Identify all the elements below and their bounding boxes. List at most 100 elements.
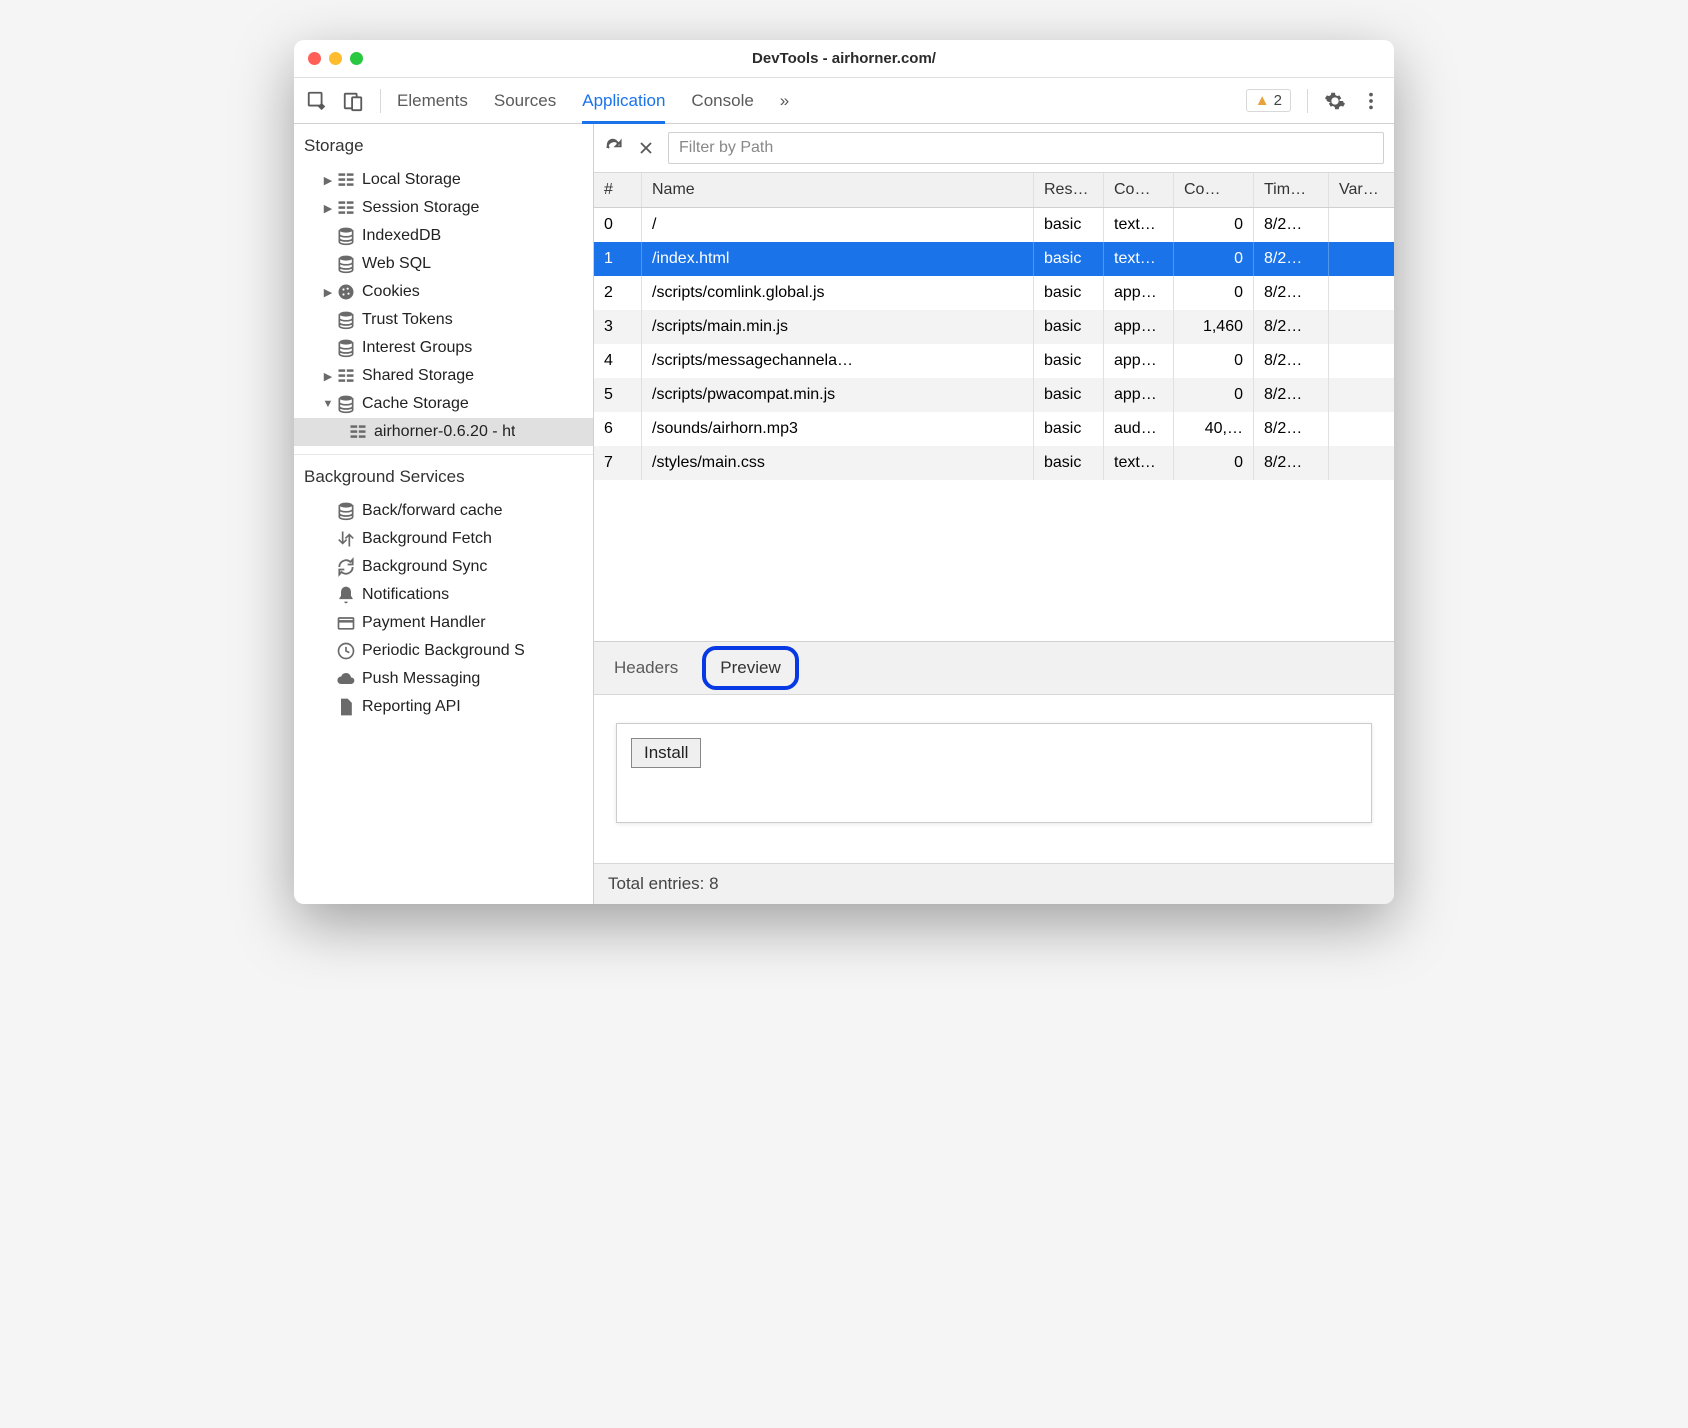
cell-v — [1329, 378, 1394, 412]
tree-item-label: Back/forward cache — [362, 502, 503, 520]
sidebar-item-cookies[interactable]: ▶Cookies — [294, 278, 593, 306]
sidebar-item-shared-storage[interactable]: ▶Shared Storage — [294, 362, 593, 390]
zoom-window-button[interactable] — [350, 52, 363, 65]
sidebar-item-notifications[interactable]: Notifications — [294, 581, 593, 609]
cell-res: basic — [1034, 446, 1104, 480]
detail-tab-headers[interactable]: Headers — [608, 646, 684, 690]
sidebar-item-reporting-api[interactable]: Reporting API — [294, 693, 593, 721]
column-header[interactable]: Co… — [1104, 173, 1174, 207]
disclosure-triangle-icon: ▶ — [322, 174, 334, 187]
toolbar-separator — [1307, 89, 1308, 113]
sidebar-item-periodic-background-s[interactable]: Periodic Background S — [294, 637, 593, 665]
entry-detail-pane: Headers Preview Install Total entries: 8 — [594, 641, 1394, 904]
sidebar-item-cache-storage[interactable]: ▼Cache Storage — [294, 390, 593, 418]
cell-cl: 0 — [1174, 208, 1254, 242]
table-icon — [336, 198, 356, 218]
preview-area: Install — [594, 695, 1394, 863]
database-icon — [336, 338, 356, 358]
cell-i: 7 — [594, 446, 642, 480]
sidebar-item-local-storage[interactable]: ▶Local Storage — [294, 166, 593, 194]
cell-res: basic — [1034, 378, 1104, 412]
main-toolbar: Elements Sources Application Console » ▲… — [294, 78, 1394, 124]
cell-t: 8/2… — [1254, 446, 1329, 480]
column-header[interactable]: Co… — [1174, 173, 1254, 207]
minimize-window-button[interactable] — [329, 52, 342, 65]
cell-i: 5 — [594, 378, 642, 412]
install-button[interactable]: Install — [631, 738, 701, 768]
cell-ct: text… — [1104, 242, 1174, 276]
settings-icon[interactable] — [1324, 90, 1346, 112]
cell-i: 2 — [594, 276, 642, 310]
tab-application[interactable]: Application — [582, 79, 665, 123]
sidebar-item-background-fetch[interactable]: Background Fetch — [294, 525, 593, 553]
cell-v — [1329, 208, 1394, 242]
column-header[interactable]: Tim… — [1254, 173, 1329, 207]
table-row[interactable]: 5/scripts/pwacompat.min.jsbasicapp…08/2… — [594, 378, 1394, 412]
cell-i: 0 — [594, 208, 642, 242]
toolbar-separator — [380, 89, 381, 113]
tab-elements[interactable]: Elements — [397, 79, 468, 123]
cell-ct: app… — [1104, 310, 1174, 344]
tree-item-label: Shared Storage — [362, 367, 474, 385]
window-title: DevTools - airhorner.com/ — [752, 50, 936, 67]
tab-console[interactable]: Console — [691, 79, 753, 123]
column-header[interactable]: Name — [642, 173, 1034, 207]
cell-v — [1329, 412, 1394, 446]
cell-t: 8/2… — [1254, 276, 1329, 310]
sidebar-item-payment-handler[interactable]: Payment Handler — [294, 609, 593, 637]
table-row[interactable]: 6/sounds/airhorn.mp3basicaud…40,…8/2… — [594, 412, 1394, 446]
cell-ct: app… — [1104, 276, 1174, 310]
table-row[interactable]: 3/scripts/main.min.jsbasicapp…1,4608/2… — [594, 310, 1394, 344]
tree-item-label: IndexedDB — [362, 227, 441, 245]
table-row[interactable]: 4/scripts/messagechannela…basicapp…08/2… — [594, 344, 1394, 378]
cell-t: 8/2… — [1254, 412, 1329, 446]
disclosure-triangle-icon: ▶ — [322, 286, 334, 299]
table-row[interactable]: 7/styles/main.cssbasictext…08/2… — [594, 446, 1394, 480]
cell-v — [1329, 242, 1394, 276]
cell-v — [1329, 344, 1394, 378]
tree-item-label: Trust Tokens — [362, 311, 453, 329]
tree-item-label: Web SQL — [362, 255, 431, 273]
database-icon — [336, 254, 356, 274]
column-header[interactable]: Res… — [1034, 173, 1104, 207]
titlebar: DevTools - airhorner.com/ — [294, 40, 1394, 78]
background-services-header: Background Services — [294, 461, 593, 497]
application-sidebar: Storage ▶Local Storage▶Session StorageIn… — [294, 124, 594, 904]
close-window-button[interactable] — [308, 52, 321, 65]
clear-icon[interactable] — [636, 138, 656, 158]
table-row[interactable]: 0/basictext…08/2… — [594, 208, 1394, 242]
tree-item-label: Session Storage — [362, 199, 479, 217]
cell-v — [1329, 446, 1394, 480]
table-row[interactable]: 2/scripts/comlink.global.jsbasicapp…08/2… — [594, 276, 1394, 310]
sidebar-item-trust-tokens[interactable]: Trust Tokens — [294, 306, 593, 334]
inspect-element-icon[interactable] — [306, 90, 328, 112]
sidebar-item-background-sync[interactable]: Background Sync — [294, 553, 593, 581]
tab-sources[interactable]: Sources — [494, 79, 556, 123]
refresh-icon[interactable] — [604, 138, 624, 158]
cell-cl: 1,460 — [1174, 310, 1254, 344]
clock-icon — [336, 641, 356, 661]
tree-item-label: Cache Storage — [362, 395, 469, 413]
column-header[interactable]: Var… — [1329, 173, 1394, 207]
kebab-menu-icon[interactable] — [1360, 90, 1382, 112]
table-icon — [348, 422, 368, 442]
table-row[interactable]: 1/index.htmlbasictext…08/2… — [594, 242, 1394, 276]
tab-more[interactable]: » — [780, 79, 789, 123]
cell-ct: app… — [1104, 344, 1174, 378]
filter-input[interactable] — [668, 132, 1384, 164]
sidebar-item-push-messaging[interactable]: Push Messaging — [294, 665, 593, 693]
detail-tab-preview[interactable]: Preview — [702, 646, 798, 690]
sidebar-item-interest-groups[interactable]: Interest Groups — [294, 334, 593, 362]
cell-cl: 0 — [1174, 344, 1254, 378]
warnings-badge[interactable]: ▲ 2 — [1246, 89, 1291, 112]
sidebar-item-session-storage[interactable]: ▶Session Storage — [294, 194, 593, 222]
sidebar-item-web-sql[interactable]: Web SQL — [294, 250, 593, 278]
cell-v — [1329, 276, 1394, 310]
sidebar-item-back-forward-cache[interactable]: Back/forward cache — [294, 497, 593, 525]
sidebar-item-indexeddb[interactable]: IndexedDB — [294, 222, 593, 250]
cache-item[interactable]: airhorner-0.6.20 - ht — [294, 418, 593, 446]
cell-res: basic — [1034, 412, 1104, 446]
column-header[interactable]: # — [594, 173, 642, 207]
device-toggle-icon[interactable] — [342, 90, 364, 112]
card-icon — [336, 613, 356, 633]
